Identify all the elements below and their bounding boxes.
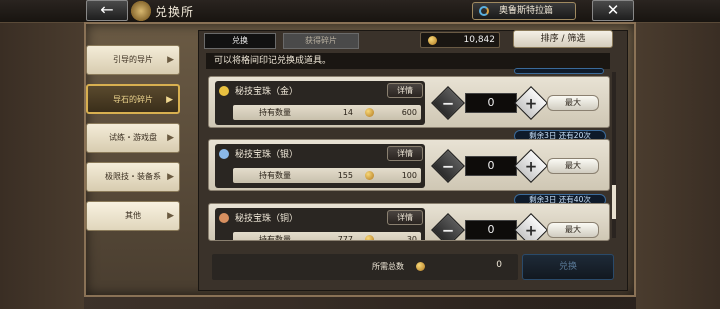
sidebar-item-label: 导石的碎片 (113, 95, 153, 104)
price-value: 30 (406, 235, 417, 241)
list-item: 秘技宝珠（银） 详情 持有数量 155 100 − 0 + 最大 (208, 139, 610, 191)
silver-orb-icon (219, 149, 229, 159)
gold-orb-icon (219, 86, 229, 96)
increment-button[interactable]: + (514, 149, 548, 183)
description-bar: 可以将格间印记兑换成道具。 (206, 53, 610, 69)
total-value: 0 (496, 260, 502, 270)
sidebar-item-trial-gameboard[interactable]: 试练・游戏盘 ▶ (86, 123, 180, 153)
owned-row: 持有数量 14 600 (233, 105, 421, 120)
item-name: 秘技宝珠（银） (235, 150, 299, 160)
sidebar-item-guide-stone-fragments[interactable]: 导石的碎片 ▶ (86, 84, 180, 114)
sidebar-item-label: 极限技・装备系 (105, 172, 161, 181)
chevron-right-icon: ▶ (167, 211, 174, 221)
copper-orb-icon (219, 213, 229, 223)
list-item: 秘技宝珠（金） 详情 持有数量 14 600 − 0 + 最大 (208, 76, 610, 128)
shop-emblem-icon (131, 1, 151, 21)
detail-button[interactable]: 详情 (387, 83, 423, 98)
coin-icon (416, 262, 425, 271)
plus-icon: + (524, 157, 538, 176)
max-button[interactable]: 最大 (547, 222, 599, 238)
minus-icon: − (441, 221, 455, 240)
item-name: 秘技宝珠（金） (235, 87, 299, 97)
detail-button[interactable]: 详情 (387, 146, 423, 161)
chevron-right-icon: ▶ (167, 133, 174, 143)
price-value: 600 (401, 108, 417, 117)
chevron-right-icon: ▶ (167, 172, 174, 182)
owned-row: 持有数量 155 100 (233, 168, 421, 183)
world-label: 奥鲁斯特拉篇 (499, 6, 554, 16)
total-label: 所需总数 (372, 262, 404, 271)
item-name: 秘技宝珠（铜） (235, 214, 299, 224)
sidebar-item-label: 引导的导片 (113, 55, 153, 64)
coin-icon (365, 235, 374, 240)
quantity-field[interactable]: 0 (465, 220, 517, 240)
item-info: 秘技宝珠（铜） 详情 持有数量 777 30 (215, 208, 425, 241)
close-button[interactable]: ✕ (592, 0, 634, 21)
currency-display: 10,842 (420, 32, 500, 48)
scrollbar-thumb[interactable] (612, 185, 616, 219)
decrement-button[interactable]: − (431, 86, 465, 120)
right-wall (636, 23, 720, 309)
quantity-field[interactable]: 0 (465, 156, 517, 176)
total-bar: 所需总数 0 (212, 254, 518, 280)
left-wall (0, 23, 84, 309)
decrement-button[interactable]: − (431, 213, 465, 240)
chevron-right-icon: ▶ (166, 95, 173, 105)
quantity-field[interactable]: 0 (465, 93, 517, 113)
owned-label: 持有数量 (259, 235, 291, 241)
minus-icon: − (441, 94, 455, 113)
owned-row: 持有数量 777 30 (233, 232, 421, 241)
tab-exchange[interactable]: 兑换 (204, 33, 276, 49)
decrement-button[interactable]: − (431, 149, 465, 183)
sidebar-item-guide-shards[interactable]: 引导的导片 ▶ (86, 45, 180, 75)
owned-count: 777 (337, 235, 353, 241)
chevron-right-icon: ▶ (167, 55, 174, 65)
item-info: 秘技宝珠（银） 详情 持有数量 155 100 (215, 144, 425, 188)
detail-button[interactable]: 详情 (387, 210, 423, 225)
plus-icon: + (524, 221, 538, 240)
owned-label: 持有数量 (259, 108, 291, 117)
coin-icon (365, 171, 374, 180)
coin-icon (365, 108, 374, 117)
minus-icon: − (441, 157, 455, 176)
owned-count: 155 (337, 171, 353, 180)
plus-icon: + (524, 94, 538, 113)
world-icon (479, 6, 489, 16)
remain-badge (514, 68, 604, 74)
owned-count: 14 (342, 108, 353, 117)
sort-filter-button[interactable]: 排序 / 筛选 (513, 30, 613, 48)
back-button[interactable]: ← (86, 0, 128, 21)
item-info: 秘技宝珠（金） 详情 持有数量 14 600 (215, 81, 425, 125)
increment-button[interactable]: + (514, 86, 548, 120)
sidebar-item-limit-equipment[interactable]: 极限技・装备系 ▶ (86, 162, 180, 192)
tab-get-fragments[interactable]: 获得碎片 (283, 33, 359, 49)
world-select-button[interactable]: 奥鲁斯特拉篇 (472, 2, 576, 20)
list-item: 秘技宝珠（铜） 详情 持有数量 777 30 − 0 + 最大 (208, 203, 610, 241)
currency-value: 10,842 (463, 35, 496, 45)
sidebar-item-other[interactable]: 其他 ▶ (86, 201, 180, 231)
page-title: 兑换所 (155, 5, 195, 19)
sidebar-item-label: 试练・游戏盘 (109, 133, 157, 142)
increment-button[interactable]: + (514, 213, 548, 240)
max-button[interactable]: 最大 (547, 95, 599, 111)
coin-icon (428, 36, 437, 45)
exchange-button[interactable]: 兑换 (522, 254, 614, 280)
max-button[interactable]: 最大 (547, 158, 599, 174)
sidebar-item-label: 其他 (125, 211, 141, 220)
price-value: 100 (401, 171, 417, 180)
owned-label: 持有数量 (259, 171, 291, 180)
